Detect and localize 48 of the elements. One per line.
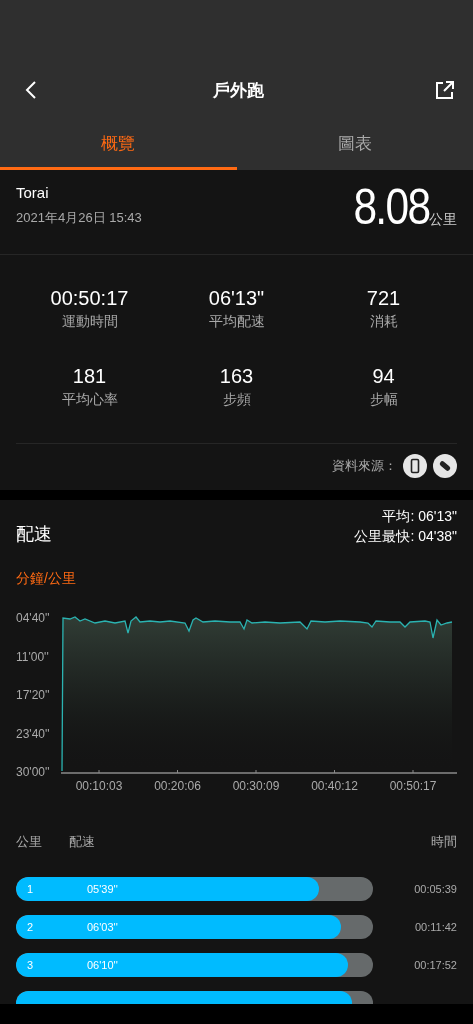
stat-value: 06'13" <box>208 287 265 310</box>
split-time: 00:17:52 <box>414 959 457 971</box>
tab[interactable]: 圖表 <box>236 120 473 170</box>
distance-value: 8.08 <box>353 180 429 234</box>
y-tick-label: 30'00'' <box>16 765 50 779</box>
split-pace: 05'39'' <box>87 883 118 895</box>
split-pace: 06'10'' <box>87 959 118 971</box>
stat-value: 94 <box>372 365 395 388</box>
x-tick-label: 00:30:09 <box>232 779 280 793</box>
band-icon[interactable] <box>433 454 457 478</box>
stat-value: 721 <box>366 287 401 310</box>
km-number: 1 <box>27 883 35 895</box>
split-time: 00:05:39 <box>414 883 457 895</box>
stat-label: 平均心率 <box>61 391 118 409</box>
stat-label: 平均配速 <box>208 313 265 331</box>
section-title: 配速 <box>16 523 52 546</box>
split-pace: 06'03'' <box>87 921 118 933</box>
date-time: 2021年4月26日 15:43 <box>16 209 142 227</box>
average-pace: 平均: 06'13" <box>382 508 457 526</box>
stat-label: 步幅 <box>369 391 398 409</box>
km-number: 3 <box>27 959 35 971</box>
y-tick-label: 17'20'' <box>16 688 50 702</box>
x-tick-label: 00:20:06 <box>154 779 201 793</box>
x-tick-label: 00:10:03 <box>75 779 123 793</box>
page-title: 戶外跑 <box>213 79 264 102</box>
x-tick-label: 00:40:12 <box>311 779 358 793</box>
split-time: 00:11:42 <box>415 921 457 933</box>
km-number: 2 <box>27 921 35 933</box>
y-tick-label: 23'40'' <box>16 726 50 741</box>
stat-label: 步頻 <box>222 391 251 409</box>
y-tick-label: 04'40'' <box>16 611 50 625</box>
stat-value: 181 <box>72 365 107 388</box>
share-icon[interactable] <box>433 78 457 102</box>
axis-unit: 分鐘/公里 <box>15 569 77 588</box>
stat-value: 00:50:17 <box>50 287 129 310</box>
stat-value: 163 <box>219 365 254 388</box>
distance-unit: 公里 <box>429 211 457 229</box>
column-header: 配速 <box>69 833 95 851</box>
data-source-label: 資料來源： <box>332 457 397 475</box>
user-name: Torai <box>16 184 50 201</box>
x-tick-label: 00:50:17 <box>389 779 437 793</box>
phone-icon[interactable] <box>403 454 427 478</box>
stat-label: 消耗 <box>369 313 398 331</box>
stat-label: 運動時間 <box>61 313 118 331</box>
y-tick-label: 11'00'' <box>16 649 49 664</box>
fastest-pace: 公里最快: 04'38" <box>354 528 457 546</box>
column-header: 公里 <box>16 833 42 851</box>
column-header: 時間 <box>431 833 457 851</box>
